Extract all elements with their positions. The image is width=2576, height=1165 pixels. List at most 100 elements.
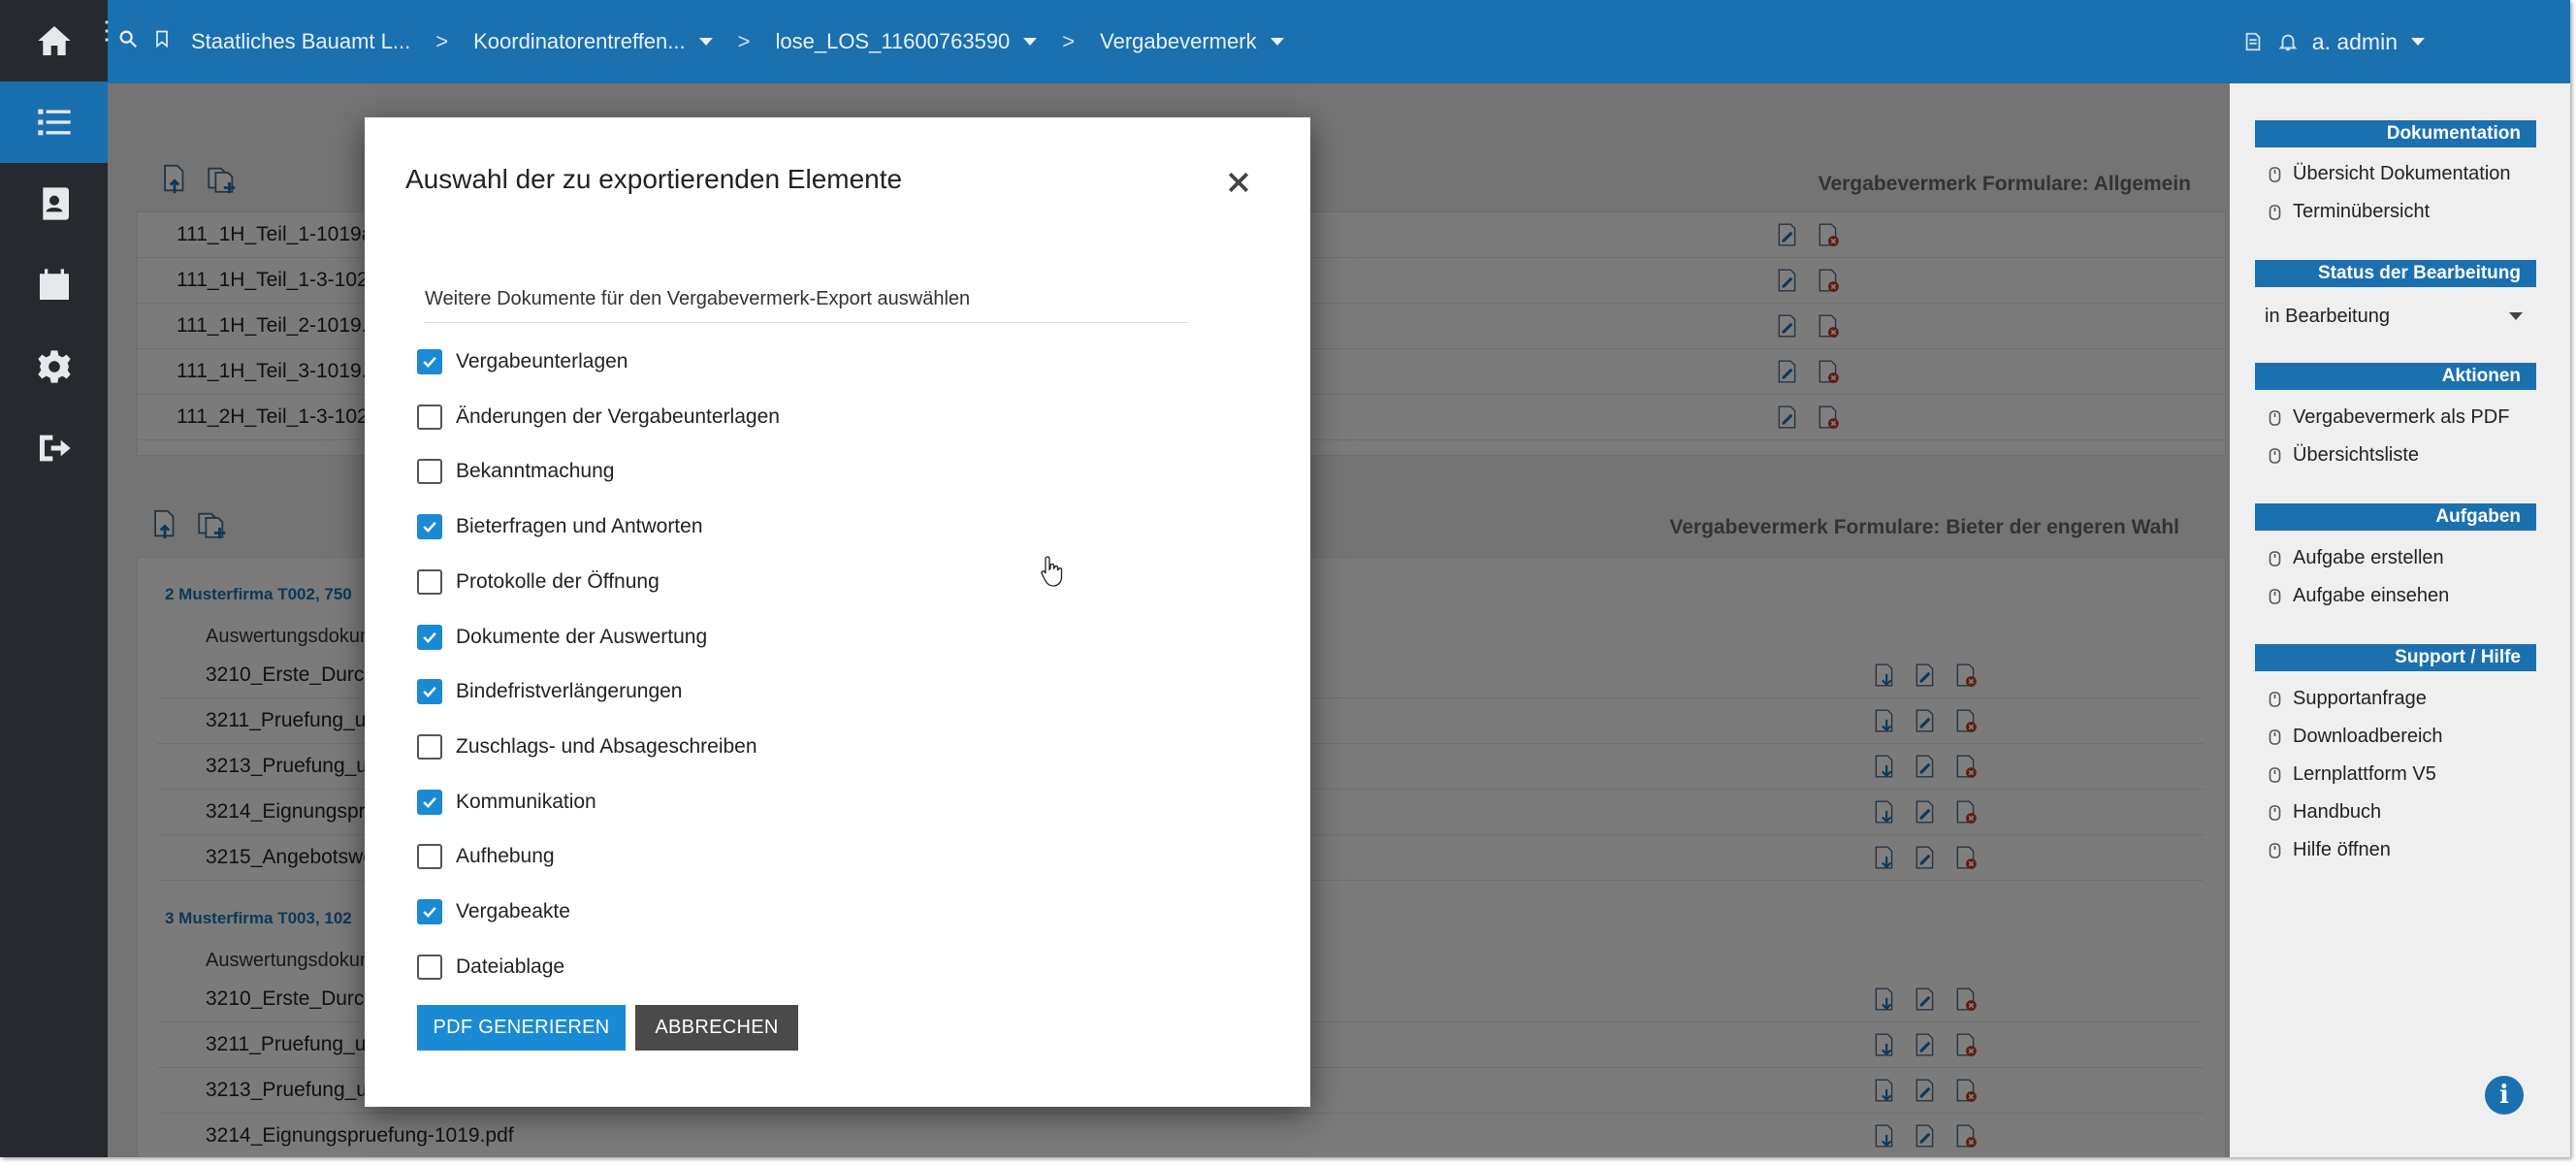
- checkbox-unchecked[interactable]: [417, 734, 442, 760]
- export-option[interactable]: Vergabeunterlagen: [417, 342, 628, 381]
- user-area: a. admin: [2242, 0, 2425, 83]
- bullet-icon: [2269, 550, 2281, 566]
- sidebar-item-label: Hilfe öffnen: [2293, 839, 2391, 860]
- sidebar-item-label: Terminübersicht: [2293, 201, 2431, 222]
- chevron-down-icon: [2509, 312, 2523, 320]
- sidebar-item-lernplattform[interactable]: Lernplattform V5: [2269, 763, 2436, 786]
- breadcrumb-item-project[interactable]: Koordinatorentreffen...: [473, 29, 713, 54]
- user-name: a. admin: [2311, 28, 2398, 54]
- sidebar-heading-status: Status der Bearbeitung: [2255, 260, 2536, 287]
- sidebar-item-aufgabe-einsehen[interactable]: Aufgabe einsehen: [2269, 585, 2449, 607]
- cancel-button[interactable]: ABBRECHEN: [635, 1005, 798, 1051]
- sidebar-item-uebersicht-dokumentation[interactable]: Übersicht Dokumentation: [2269, 163, 2511, 185]
- logout-icon[interactable]: [0, 407, 108, 489]
- generate-pdf-button[interactable]: PDF GENERIEREN: [417, 1005, 626, 1051]
- export-selection-dialog: Auswahl der zu exportierenden Elemente W…: [365, 117, 1310, 1107]
- sidebar-item-uebersichtsliste[interactable]: Übersichtsliste: [2269, 444, 2419, 467]
- checkbox-unchecked[interactable]: [417, 405, 442, 430]
- bullet-icon: [2269, 166, 2281, 182]
- checkmark-icon: [423, 631, 436, 643]
- sidebar-item-label: Handbuch: [2293, 801, 2382, 823]
- chevron-down-icon: [2411, 38, 2425, 46]
- export-option-label: Protokolle der Öffnung: [456, 570, 660, 593]
- sidebar-item-label: Übersichtsliste: [2293, 444, 2420, 466]
- export-option[interactable]: Kommunikation: [417, 783, 596, 822]
- list-icon[interactable]: [0, 81, 108, 163]
- export-option-label: Dateiablage: [456, 955, 565, 978]
- export-option[interactable]: Änderungen der Vergabeunterlagen: [417, 398, 780, 437]
- export-option[interactable]: Aufhebung: [417, 837, 555, 876]
- user-menu[interactable]: a. admin: [2312, 29, 2425, 55]
- sidebar-item-label: Lernplattform V5: [2293, 763, 2436, 785]
- contacts-icon[interactable]: [0, 163, 108, 244]
- breadcrumb-item-lot[interactable]: lose_LOS_11600763590: [775, 29, 1038, 54]
- bullet-icon: [2269, 204, 2281, 220]
- sidebar-item-label: Aufgabe einsehen: [2293, 585, 2450, 606]
- checkbox-checked[interactable]: [417, 899, 442, 924]
- export-option[interactable]: Vergabeakte: [417, 892, 570, 931]
- checkbox-unchecked[interactable]: [417, 844, 442, 869]
- export-option[interactable]: Dokumente der Auswertung: [417, 618, 707, 657]
- export-option[interactable]: Dateiablage: [417, 948, 564, 987]
- checkbox-checked[interactable]: [417, 790, 442, 815]
- breadcrumb-item-authority[interactable]: Staatliches Bauamt L...: [191, 29, 410, 54]
- export-option-label: Änderungen der Vergabeunterlagen: [456, 405, 780, 428]
- breadcrumb-item-vergabevermerk[interactable]: Vergabevermerk: [1100, 29, 1284, 54]
- chevron-down-icon: [1023, 38, 1038, 46]
- home-icon[interactable]: [0, 0, 108, 81]
- checkmark-icon: [423, 906, 436, 918]
- breadcrumb-label: Koordinatorentreffen...: [473, 29, 686, 53]
- sidebar-heading-support: Support / Hilfe: [2255, 644, 2536, 671]
- export-option[interactable]: Bieterfragen und Antworten: [417, 507, 703, 546]
- checkmark-icon: [423, 356, 436, 368]
- breadcrumb: Staatliches Bauamt L... > Koordinatorent…: [108, 0, 1284, 83]
- checkmark-icon: [423, 796, 436, 808]
- export-option[interactable]: Protokolle der Öffnung: [417, 563, 660, 601]
- sidebar-heading-aufgaben: Aufgaben: [2255, 503, 2536, 531]
- breadcrumb-separator: >: [435, 29, 449, 53]
- info-icon[interactable]: i: [2485, 1076, 2524, 1115]
- sidebar-item-downloadbereich[interactable]: Downloadbereich: [2269, 726, 2443, 748]
- sidebar-item-vergabevermerk-pdf[interactable]: Vergabevermerk als PDF: [2269, 406, 2509, 429]
- sidebar-item-terminuebersicht[interactable]: Terminübersicht: [2269, 201, 2430, 223]
- bookmark-icon[interactable]: [152, 28, 172, 55]
- export-option[interactable]: Zuschlags- und Absageschreiben: [417, 728, 757, 766]
- checkbox-unchecked[interactable]: [417, 569, 442, 595]
- checkbox-checked[interactable]: [417, 625, 442, 650]
- checkbox-unchecked[interactable]: [417, 459, 442, 484]
- checkbox-unchecked[interactable]: [417, 955, 442, 980]
- sidebar-heading-dokumentation: Dokumentation: [2255, 120, 2536, 147]
- export-option[interactable]: Bindefristverlängerungen: [417, 672, 682, 711]
- bullet-icon: [2269, 447, 2281, 464]
- status-value: in Bearbeitung: [2265, 305, 2390, 327]
- breadcrumb-label: Vergabevermerk: [1100, 29, 1257, 53]
- bullet-icon: [2269, 766, 2281, 783]
- sidebar-item-label: Aufgabe erstellen: [2293, 547, 2444, 568]
- sidebar-item-aufgabe-erstellen[interactable]: Aufgabe erstellen: [2269, 547, 2444, 569]
- notes-icon[interactable]: [2242, 31, 2264, 52]
- status-select[interactable]: in Bearbeitung: [2255, 295, 2536, 338]
- search-icon[interactable]: [117, 28, 139, 55]
- checkbox-checked[interactable]: [417, 514, 442, 539]
- close-icon[interactable]: [1224, 168, 1253, 197]
- export-option-label: Bekanntmachung: [456, 460, 615, 482]
- chevron-down-icon: [1270, 38, 1284, 46]
- export-option[interactable]: Bekanntmachung: [417, 452, 614, 491]
- sidebar-heading-aktionen: Aktionen: [2255, 363, 2536, 390]
- sidebar-item-label: Vergabevermerk als PDF: [2293, 406, 2510, 428]
- checkbox-checked[interactable]: [417, 679, 442, 704]
- export-option-label: Zuschlags- und Absageschreiben: [456, 735, 757, 758]
- sidebar-item-supportanfrage[interactable]: Supportanfrage: [2269, 688, 2427, 710]
- sidebar-item-handbuch[interactable]: Handbuch: [2269, 801, 2381, 824]
- breadcrumb-label: lose_LOS_11600763590: [775, 29, 1011, 53]
- calendar-icon[interactable]: [0, 244, 108, 326]
- checkbox-checked[interactable]: [417, 349, 442, 374]
- right-sidebar: Dokumentation Übersicht Dokumentation Te…: [2230, 83, 2570, 1157]
- export-option-label: Vergabeunterlagen: [456, 350, 628, 372]
- sidebar-item-hilfe-oeffnen[interactable]: Hilfe öffnen: [2269, 839, 2391, 861]
- bell-icon[interactable]: [2277, 31, 2299, 52]
- export-option-label: Aufhebung: [456, 845, 555, 867]
- export-option-label: Dokumente der Auswertung: [456, 626, 708, 648]
- bullet-icon: [2269, 728, 2281, 745]
- gear-icon[interactable]: [0, 326, 108, 407]
